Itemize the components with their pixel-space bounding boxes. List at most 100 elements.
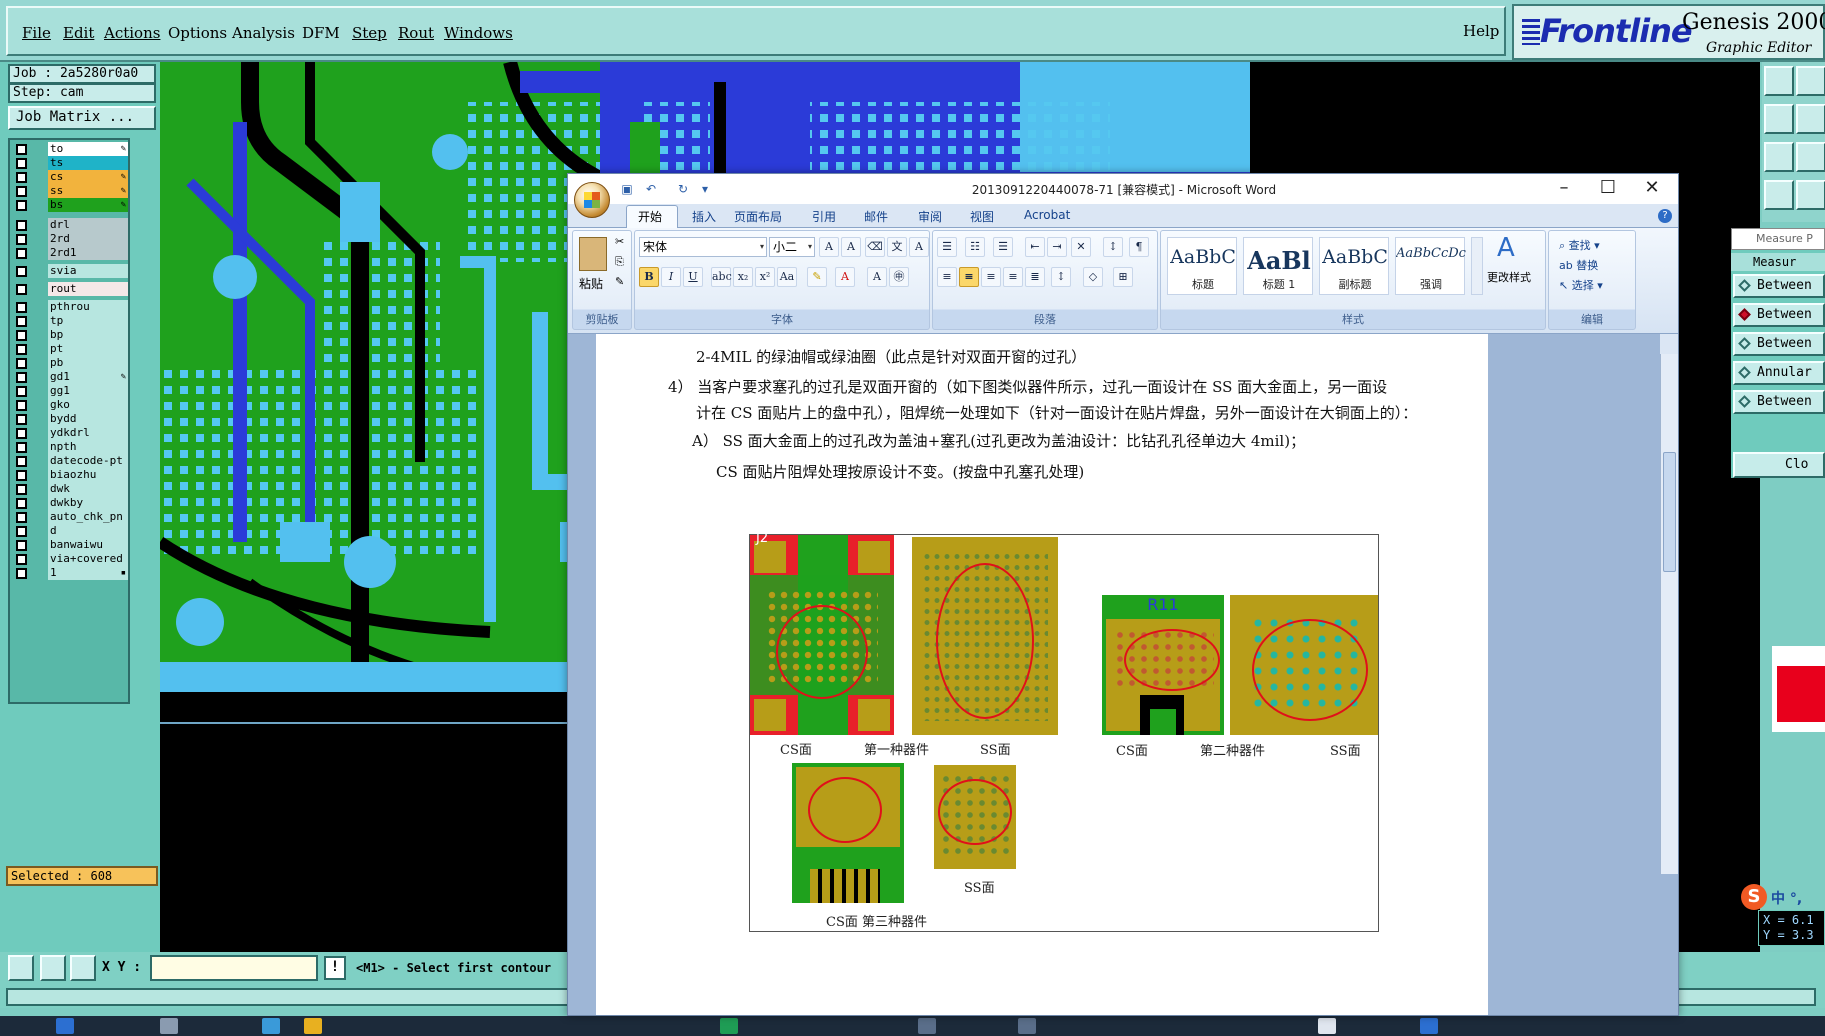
layer-row[interactable]: gd1 ✎ — [12, 370, 128, 384]
layer-checkbox[interactable] — [16, 284, 27, 295]
align-right-icon[interactable]: ≡ — [981, 267, 1001, 287]
layer-checkbox[interactable] — [16, 484, 27, 495]
tab-references[interactable]: 引用 — [812, 208, 836, 225]
minimize-icon[interactable]: – — [1542, 176, 1586, 200]
paste-label[interactable]: 粘贴 — [579, 275, 603, 292]
style-item[interactable]: AaBbCcDc 强调 — [1395, 237, 1466, 295]
layer-checkbox[interactable] — [16, 186, 27, 197]
record-icon[interactable] — [1796, 180, 1825, 210]
enclose-char-icon[interactable]: ㊥ — [889, 267, 909, 287]
taskbar-app-icon[interactable] — [262, 1018, 280, 1034]
layer-name[interactable]: bp — [48, 328, 128, 342]
layer-checkbox[interactable] — [16, 386, 27, 397]
sort-icon[interactable]: ↕ — [1103, 237, 1123, 257]
ime-indicator[interactable]: S 中 °, — [1741, 884, 1825, 910]
layer-row[interactable]: bp — [12, 328, 128, 342]
layer-row[interactable]: banwaiwu — [12, 538, 128, 552]
layer-checkbox[interactable] — [16, 266, 27, 277]
layer-checkbox[interactable] — [16, 316, 27, 327]
xy-input[interactable] — [150, 955, 318, 981]
superscript-icon[interactable]: x² — [755, 267, 775, 287]
layer-row[interactable]: bs ✎ — [12, 198, 128, 212]
layer-name[interactable]: bs ✎ — [48, 198, 128, 212]
doc-line-5[interactable]: CS 面贴片阻焊处理按原设计不变。(按盘中孔塞孔处理) — [716, 461, 1084, 482]
layer-row[interactable]: drl — [12, 218, 128, 232]
layer-row[interactable]: ts — [12, 156, 128, 170]
word-window[interactable]: ▣ ↶ ↻ ▾ 2013091220440078-71 [兼容模式] - Mic… — [567, 173, 1679, 1016]
increase-indent-icon[interactable]: ⇥ — [1047, 237, 1067, 257]
layer-row[interactable]: d — [12, 524, 128, 538]
maximize-icon[interactable]: ☐ — [1586, 176, 1630, 200]
layer-row[interactable]: dwk — [12, 482, 128, 496]
layer-name[interactable]: npth — [48, 440, 128, 454]
layer-checkbox[interactable] — [16, 456, 27, 467]
tab-mailings[interactable]: 邮件 — [864, 208, 888, 225]
scroll-thumb[interactable] — [1663, 452, 1676, 572]
copy-icon[interactable]: ⎘ — [615, 255, 624, 269]
job-matrix-button[interactable]: Job Matrix ... — [8, 106, 156, 130]
layer-name[interactable]: gg1 — [48, 384, 128, 398]
layer-row[interactable]: 2rd — [12, 232, 128, 246]
layer-name[interactable]: ydkdrl — [48, 426, 128, 440]
shading-icon[interactable]: ◇ — [1083, 267, 1103, 287]
layer-name[interactable]: biaozhu — [48, 468, 128, 482]
doc-line-2[interactable]: 4） 当客户要求塞孔的过孔是双面开窗的（如下图类似器件所示，过孔一面设计在 SS… — [668, 376, 1387, 397]
menu-dfm[interactable]: DFM — [302, 24, 340, 42]
find-button[interactable]: ⌕ 查找 ▾ — [1559, 237, 1600, 253]
zoom-fit-icon[interactable] — [1764, 142, 1794, 172]
menu-rout[interactable]: Rout — [398, 24, 434, 42]
shrink-font-icon[interactable]: A — [841, 237, 861, 257]
layer-name[interactable]: 2rd1 — [48, 246, 128, 260]
layer-row[interactable]: cs ✎ — [12, 170, 128, 184]
layer-checkbox[interactable] — [16, 248, 27, 259]
layer-row[interactable]: rout — [12, 282, 128, 296]
layer-name[interactable]: d — [48, 524, 128, 538]
layer-name[interactable]: 2rd — [48, 232, 128, 246]
upload-icon[interactable] — [1764, 66, 1794, 96]
layer-row[interactable]: tp — [12, 314, 128, 328]
layer-row[interactable]: pt — [12, 342, 128, 356]
style-item[interactable]: AaBl 标题 1 — [1243, 237, 1313, 295]
layer-checkbox[interactable] — [16, 428, 27, 439]
asian-layout-icon[interactable]: ✕ — [1071, 237, 1091, 257]
layer-checkbox[interactable] — [16, 554, 27, 565]
layer-row[interactable]: dwkby — [12, 496, 128, 510]
align-left-icon[interactable]: ≡ — [937, 267, 957, 287]
layer-row[interactable]: gg1 — [12, 384, 128, 398]
menu-options[interactable]: Options — [168, 24, 227, 42]
tab-insert[interactable]: 插入 — [692, 208, 716, 225]
menu-windows[interactable]: Windows — [444, 24, 513, 42]
layer-checkbox[interactable] — [16, 158, 27, 169]
change-styles-label[interactable]: 更改样式 — [1487, 269, 1531, 285]
help-icon[interactable]: ? — [1658, 209, 1672, 223]
layer-checkbox[interactable] — [16, 400, 27, 411]
measure-item-between-1[interactable]: Between — [1733, 274, 1825, 298]
distributed-icon[interactable]: ≣ — [1025, 267, 1045, 287]
menu-file[interactable]: File — [22, 24, 51, 42]
measure-tool-icon[interactable] — [1764, 180, 1794, 210]
layer-row[interactable]: biaozhu — [12, 468, 128, 482]
taskbar-app-icon[interactable] — [1420, 1018, 1438, 1034]
pcb-canvas-empty-area[interactable] — [160, 692, 580, 952]
layer-checkbox[interactable] — [16, 302, 27, 313]
layer-name[interactable]: via+covered — [48, 552, 128, 566]
layer-name[interactable]: ts — [48, 156, 128, 170]
layer-name[interactable]: rout — [48, 282, 128, 296]
layer-checkbox[interactable] — [16, 172, 27, 183]
layer-name[interactable]: pthrou — [48, 300, 128, 314]
close-icon[interactable]: ✕ — [1630, 176, 1674, 200]
font-name-combo[interactable]: 宋体 ▾ — [639, 237, 767, 257]
layer-row[interactable]: ss ✎ — [12, 184, 128, 198]
layer-row[interactable]: datecode-pt — [12, 454, 128, 468]
menu-step[interactable]: Step — [352, 24, 387, 42]
layer-row[interactable]: gko — [12, 398, 128, 412]
doc-line-1[interactable]: 2-4MIL 的绿油帽或绿油圈（此点是针对双面开窗的过孔） — [696, 346, 1086, 367]
layer-name[interactable]: ss ✎ — [48, 184, 128, 198]
line-spacing-icon[interactable]: ↕ — [1051, 267, 1071, 287]
layer-row[interactable]: via+covered — [12, 552, 128, 566]
layer-checkbox[interactable] — [16, 358, 27, 369]
paste-icon[interactable] — [579, 237, 607, 271]
layer-name[interactable]: 1 ▪ — [48, 566, 128, 580]
layer-row[interactable]: 2rd1 — [12, 246, 128, 260]
layer-name[interactable]: gko — [48, 398, 128, 412]
